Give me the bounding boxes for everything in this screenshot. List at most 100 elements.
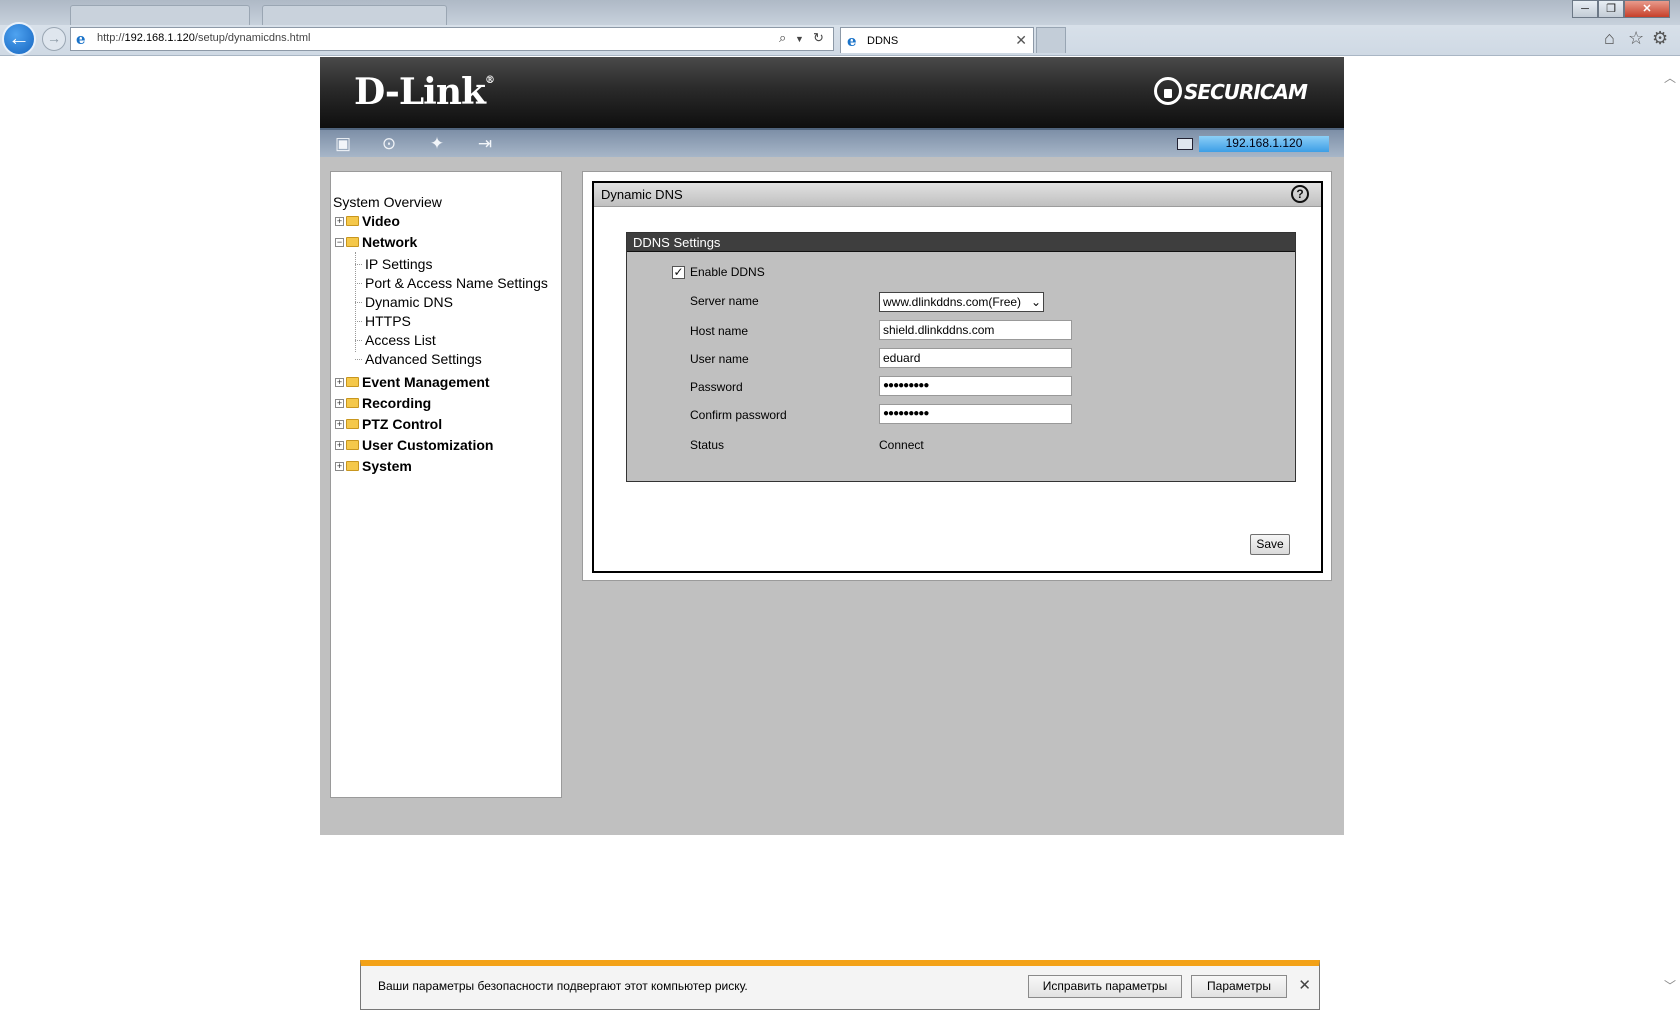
- password-input[interactable]: ●●●●●●●●●: [879, 376, 1072, 396]
- close-window-button[interactable]: ✕: [1624, 0, 1670, 18]
- registered-mark: ®: [484, 75, 495, 86]
- tree-folder-system[interactable]: + System: [335, 458, 412, 476]
- expand-plus-icon[interactable]: +: [335, 441, 344, 450]
- open-folder-icon: [346, 237, 359, 247]
- folder-icon: [346, 398, 359, 408]
- tree-connector: [355, 321, 362, 322]
- tree-item-https[interactable]: HTTPS: [365, 313, 411, 329]
- tree-folder-network[interactable]: − Network: [335, 234, 417, 252]
- tree-item-port-access-name[interactable]: Port & Access Name Settings: [365, 275, 548, 291]
- close-icon[interactable]: ✕: [1298, 976, 1311, 994]
- minimize-icon: ─: [1581, 3, 1589, 15]
- tree-root-system-overview[interactable]: System Overview: [333, 194, 442, 210]
- camera-ip-address: 192.168.1.120: [1199, 136, 1329, 152]
- tree-item-access-list[interactable]: Access List: [365, 332, 436, 348]
- tab-close-icon[interactable]: ✕: [1015, 32, 1027, 49]
- tab-ddns[interactable]: e DDNS ✕: [840, 27, 1034, 53]
- server-name-select[interactable]: www.dlinkddns.com(Free) ⌄: [879, 292, 1044, 312]
- folder-icon: [346, 216, 359, 226]
- minimize-button[interactable]: ─: [1572, 0, 1598, 18]
- group-title: DDNS Settings: [633, 235, 721, 250]
- tree-connector: [355, 264, 362, 265]
- collapse-minus-icon[interactable]: −: [335, 238, 344, 247]
- tree-folder-event-management[interactable]: + Event Management: [335, 374, 490, 392]
- settings-gear-icon[interactable]: ⚙: [1652, 28, 1668, 49]
- chevron-down-icon: ⌄: [1030, 295, 1041, 309]
- setup-icon[interactable]: ⊙: [376, 133, 402, 155]
- folder-icon: [346, 377, 359, 387]
- tree-connector: [355, 340, 362, 341]
- background-tab[interactable]: [262, 5, 447, 25]
- tree-folder-label: System: [362, 458, 412, 474]
- live-video-icon[interactable]: ▣: [330, 133, 356, 155]
- save-button[interactable]: Save: [1250, 534, 1290, 555]
- confirm-password-input[interactable]: ●●●●●●●●●: [879, 404, 1072, 424]
- url-host: 192.168.1.120: [124, 32, 195, 44]
- logout-door-icon[interactable]: ⇥: [472, 133, 498, 155]
- fix-settings-button[interactable]: Исправить параметры: [1028, 975, 1182, 998]
- tree-connector: [355, 302, 362, 303]
- ie-page-icon: e: [76, 30, 86, 48]
- refresh-icon[interactable]: ↻: [813, 30, 824, 46]
- tree-folder-video[interactable]: + Video: [335, 213, 400, 231]
- forward-button[interactable]: →: [42, 27, 66, 51]
- search-icon[interactable]: ⌕: [779, 30, 786, 46]
- expand-plus-icon[interactable]: +: [335, 399, 344, 408]
- enable-ddns-checkbox[interactable]: ✓: [672, 266, 685, 279]
- group-header: DDNS Settings: [627, 233, 1295, 252]
- dlink-logo: D-Link®: [354, 71, 495, 113]
- section-header: Dynamic DNS ?: [594, 183, 1321, 207]
- tree-folder-ptz-control[interactable]: + PTZ Control: [335, 416, 442, 434]
- scroll-up-icon[interactable]: ︿: [1664, 69, 1676, 86]
- lock-icon: [1154, 77, 1182, 105]
- tree-folder-label: Recording: [362, 395, 432, 411]
- user-name-input[interactable]: eduard: [879, 348, 1072, 368]
- expand-plus-icon[interactable]: +: [335, 420, 344, 429]
- product-name: SECURICAM: [1184, 80, 1308, 104]
- user-name-label: User name: [690, 352, 749, 366]
- monitor-icon: [1177, 138, 1193, 150]
- tree-folder-user-customization[interactable]: + User Customization: [335, 437, 493, 455]
- tree-folder-label: Video: [362, 213, 400, 229]
- securicam-logo: SECURICAM: [1154, 77, 1320, 107]
- scroll-down-icon[interactable]: ﹀: [1664, 977, 1676, 994]
- host-name-input[interactable]: shield.dlinkddns.com: [879, 320, 1072, 340]
- folder-icon: [346, 461, 359, 471]
- expand-plus-icon[interactable]: +: [335, 217, 344, 226]
- enable-ddns-label: Enable DDNS: [690, 265, 765, 279]
- ddns-settings-group: DDNS Settings ✓ Enable DDNS Server name …: [626, 232, 1296, 482]
- password-label: Password: [690, 380, 743, 394]
- content-panel: Dynamic DNS ? DDNS Settings ✓ Enable DDN…: [582, 171, 1332, 581]
- home-icon[interactable]: ⌂: [1604, 28, 1615, 49]
- tree-folder-recording[interactable]: + Recording: [335, 395, 431, 413]
- expand-plus-icon[interactable]: +: [335, 462, 344, 471]
- close-icon: ✕: [1642, 3, 1652, 15]
- settings-button[interactable]: Параметры: [1191, 975, 1287, 998]
- expand-plus-icon[interactable]: +: [335, 378, 344, 387]
- back-button[interactable]: ←: [2, 22, 36, 56]
- folder-icon: [346, 419, 359, 429]
- confirm-password-label: Confirm password: [690, 408, 787, 422]
- tree-item-ip-settings[interactable]: IP Settings: [365, 256, 432, 272]
- brand-name: D-Link: [354, 71, 486, 113]
- maximize-icon: ❐: [1606, 3, 1616, 15]
- status-value: Connect: [879, 438, 924, 452]
- ie-tab-icon: e: [847, 32, 857, 50]
- favorites-star-icon[interactable]: ☆: [1628, 28, 1644, 49]
- address-bar[interactable]: e http://192.168.1.120/setup/dynamicdns.…: [70, 27, 834, 51]
- maximize-button[interactable]: ❐: [1598, 0, 1624, 18]
- tree-item-dynamic-dns[interactable]: Dynamic DNS: [365, 294, 453, 310]
- address-url[interactable]: http://192.168.1.120/setup/dynamicdns.ht…: [97, 32, 310, 44]
- help-icon[interactable]: ?: [1291, 185, 1309, 203]
- tree-item-advanced-settings[interactable]: Advanced Settings: [365, 351, 482, 367]
- maintenance-star-icon[interactable]: ✦: [424, 133, 450, 155]
- window-titlebar: ─ ❐ ✕: [0, 0, 1680, 25]
- dynamic-dns-section: Dynamic DNS ? DDNS Settings ✓ Enable DDN…: [592, 181, 1323, 573]
- new-tab-button[interactable]: [1036, 27, 1066, 53]
- dropdown-arrow-icon[interactable]: ▼: [795, 34, 804, 44]
- camera-web-ui: D-Link® SECURICAM ▣ ⊙ ✦ ⇥ 192.168.1.120 …: [320, 57, 1344, 835]
- server-name-label: Server name: [690, 294, 759, 308]
- camera-toolbar: ▣ ⊙ ✦ ⇥ 192.168.1.120: [320, 128, 1344, 157]
- background-tab[interactable]: [70, 5, 250, 25]
- server-name-value: www.dlinkddns.com(Free): [883, 295, 1022, 309]
